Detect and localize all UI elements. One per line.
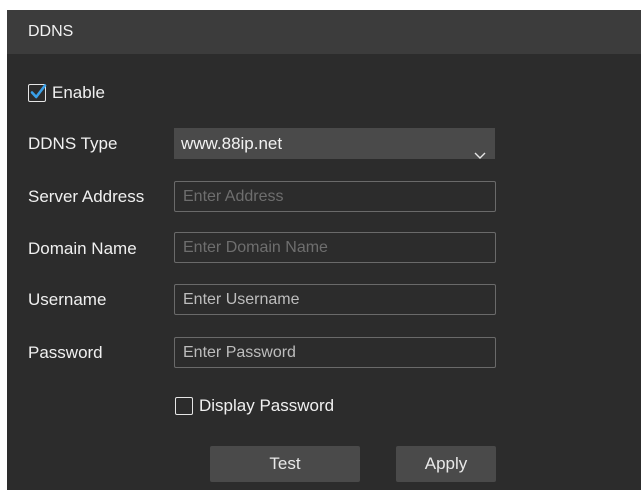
enable-label: Enable	[52, 83, 105, 102]
password-label: Password	[28, 343, 103, 362]
ddns-type-value: www.88ip.net	[181, 134, 283, 153]
ddns-panel: DDNS Enable DDNS Type www.88ip.net Serve…	[7, 10, 641, 490]
password-input[interactable]	[174, 337, 496, 368]
server-address-input[interactable]	[174, 181, 496, 212]
server-address-label: Server Address	[28, 187, 145, 206]
test-button[interactable]: Test	[210, 446, 360, 482]
enable-checkbox[interactable]: Enable	[28, 83, 105, 103]
checkmark-icon[interactable]	[28, 84, 47, 102]
display-password-checkbox[interactable]: Display Password	[175, 396, 334, 416]
panel-header: DDNS	[7, 10, 641, 54]
username-label: Username	[28, 290, 107, 309]
ddns-type-select[interactable]: www.88ip.net	[174, 128, 495, 159]
ddns-type-label: DDNS Type	[28, 134, 118, 153]
domain-name-label: Domain Name	[28, 239, 137, 258]
panel-title: DDNS	[28, 23, 74, 40]
display-password-label: Display Password	[199, 396, 335, 415]
username-input[interactable]	[174, 284, 496, 315]
apply-button[interactable]: Apply	[396, 446, 496, 482]
chevron-down-icon	[474, 139, 486, 170]
domain-name-input[interactable]	[174, 232, 496, 263]
checkbox-icon[interactable]	[175, 397, 193, 415]
